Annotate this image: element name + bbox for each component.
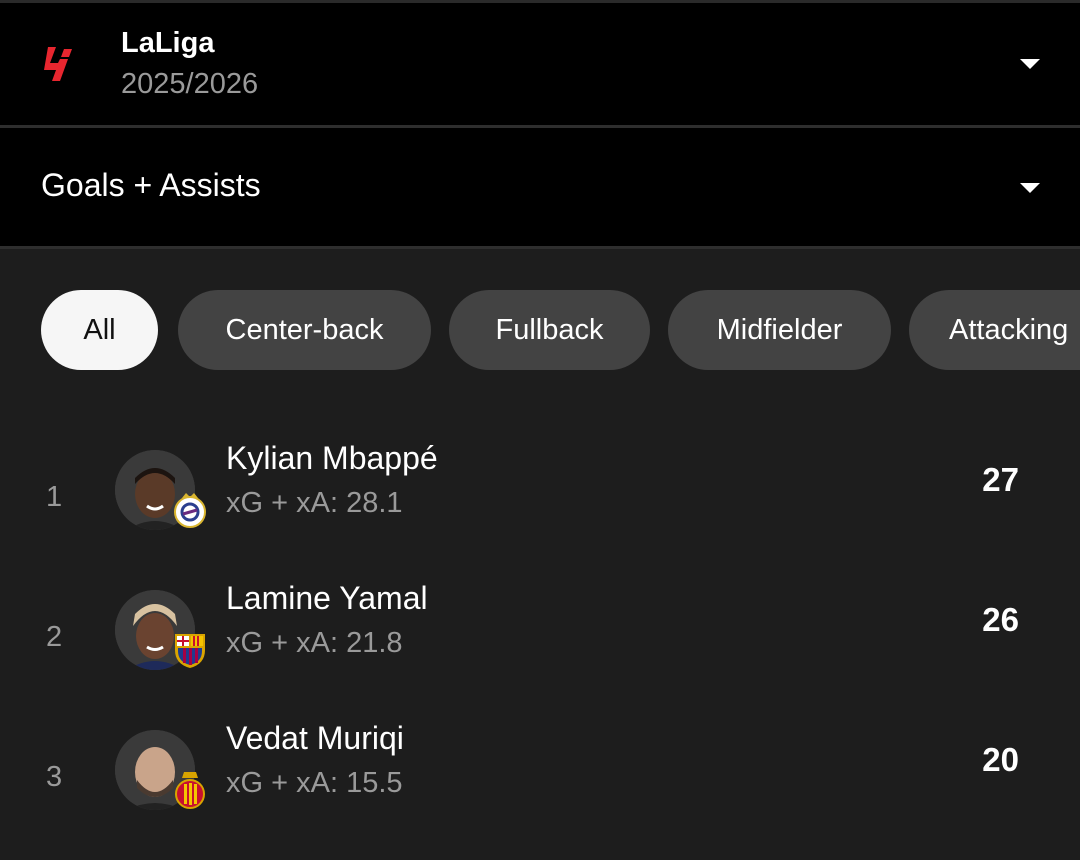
barcelona-badge-icon — [175, 634, 205, 668]
leaderboard-content: All Center-back Fullback Midfielder Atta… — [0, 249, 1080, 832]
player-rank: 3 — [46, 761, 63, 793]
player-stat-value: 20 — [982, 741, 1019, 778]
real-madrid-badge-icon — [174, 493, 206, 528]
position-filter-chips: All Center-back Fullback Midfielder Atta… — [0, 290, 1080, 370]
league-selector[interactable]: LaLiga 2025/2026 — [0, 3, 1080, 125]
player-name: Kylian Mbappé — [226, 440, 438, 476]
chevron-down-icon[interactable] — [1020, 59, 1040, 69]
player-xg-xa: xG + xA: 21.8 — [226, 627, 403, 659]
stat-selector[interactable]: Goals + Assists — [0, 128, 1080, 246]
filter-chip-all[interactable]: All — [41, 290, 158, 370]
player-name: Lamine Yamal — [226, 580, 428, 616]
chevron-down-icon[interactable] — [1020, 183, 1040, 193]
player-rank: 2 — [46, 621, 63, 653]
list-item[interactable]: 3 Vedat Muriqi xG + xA: 15.5 20 — [0, 720, 1080, 860]
league-season: 2025/2026 — [121, 68, 259, 100]
stat-label: Goals + Assists — [41, 167, 261, 203]
player-xg-xa: xG + xA: 28.1 — [226, 487, 403, 519]
player-name: Vedat Muriqi — [226, 720, 404, 756]
player-rank: 1 — [46, 481, 63, 513]
filter-chip-center-back[interactable]: Center-back — [178, 290, 431, 370]
list-item[interactable]: 1 Kylian Mbappé xG + xA: 28.1 27 — [0, 440, 1080, 580]
player-stat-value: 27 — [982, 461, 1019, 498]
filter-chip-attacking[interactable]: Attacking — [909, 290, 1080, 370]
laliga-logo-icon — [44, 47, 72, 81]
player-xg-xa: xG + xA: 15.5 — [226, 767, 403, 799]
mallorca-badge-icon — [175, 772, 205, 809]
list-item[interactable]: 2 Lamine Yamal xG + xA: 21.8 26 — [0, 580, 1080, 720]
league-name: LaLiga — [121, 27, 215, 59]
filter-chip-midfielder[interactable]: Midfielder — [668, 290, 891, 370]
filter-chip-fullback[interactable]: Fullback — [449, 290, 650, 370]
player-stat-value: 26 — [982, 601, 1019, 638]
